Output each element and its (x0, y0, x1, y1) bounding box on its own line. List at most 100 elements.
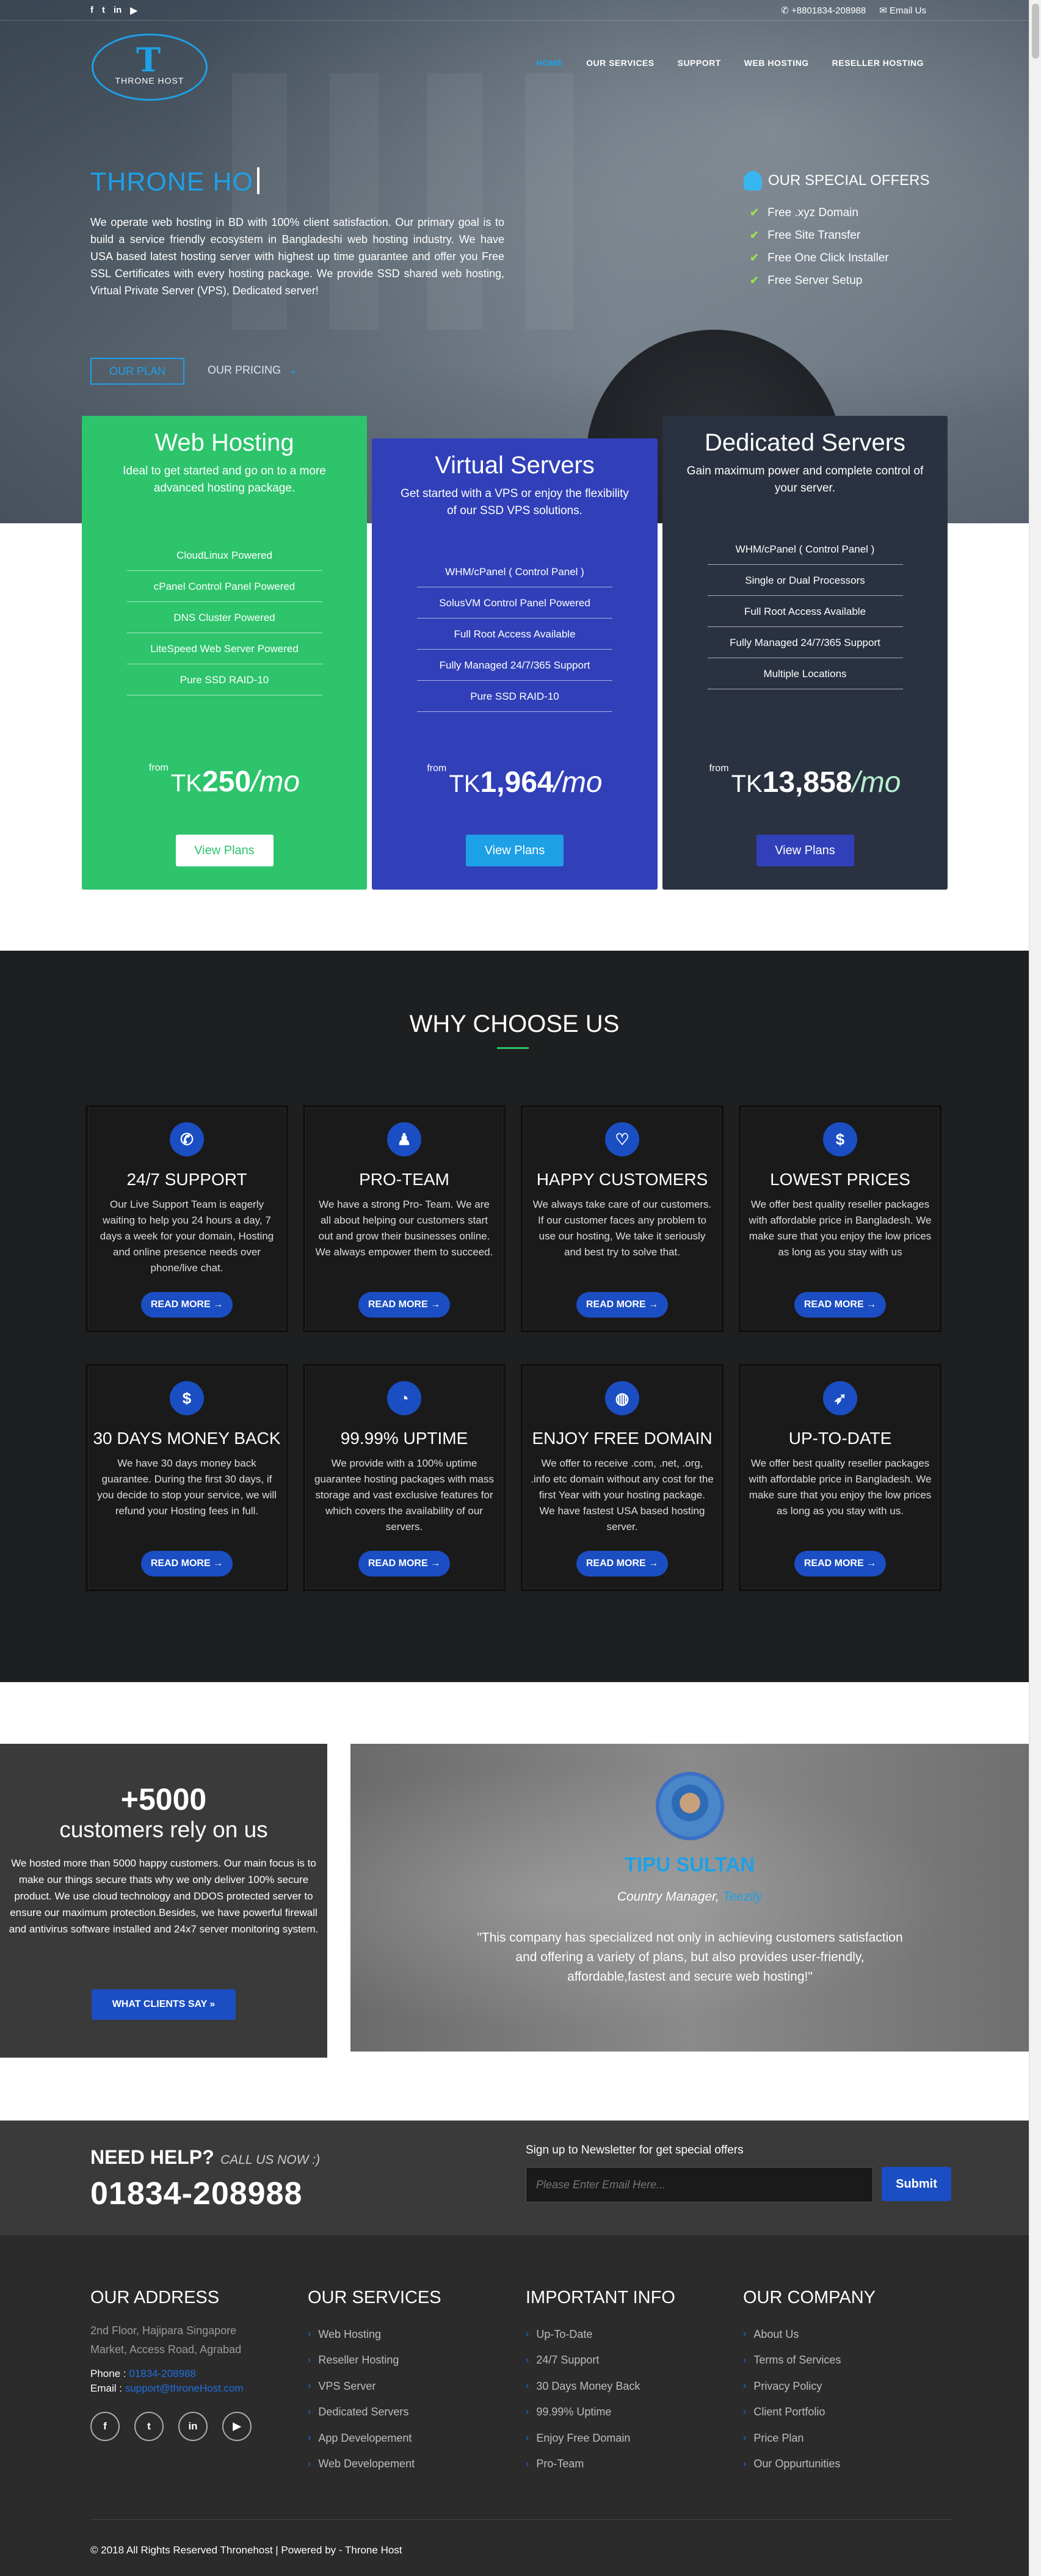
read-more-button[interactable]: READ MORE → (576, 1551, 668, 1576)
avatar (656, 1772, 724, 1840)
footer-link[interactable]: › Enjoy Free Domain (526, 2425, 675, 2451)
chevron-right-icon: › (743, 2433, 747, 2444)
footer-link[interactable]: › Reseller Hosting (308, 2348, 441, 2374)
read-more-button[interactable]: READ MORE → (794, 1551, 886, 1576)
nav-support[interactable]: SUPPORT (678, 58, 721, 68)
youtube-icon[interactable]: ▶ (222, 2412, 252, 2441)
view-plans-button[interactable]: View Plans (756, 835, 854, 866)
twitter-icon[interactable]: t (134, 2412, 164, 2441)
footer-link[interactable]: › Client Portfolio (743, 2400, 876, 2426)
twitter-icon[interactable]: t (102, 5, 105, 16)
footer-link[interactable]: › 24/7 Support (526, 2348, 675, 2374)
view-plans-button[interactable]: View Plans (175, 835, 274, 866)
read-more-button[interactable]: READ MORE → (576, 1292, 668, 1318)
footer-social: f t in ▶ (90, 2412, 267, 2441)
offer-item: ✔ Free Server Setup (750, 274, 863, 287)
scrollbar-thumb[interactable] (1032, 4, 1039, 59)
offer-item: ✔ Free .xyz Domain (750, 206, 858, 219)
footer-link[interactable]: › Price Plan (743, 2425, 876, 2451)
view-plans-button[interactable]: View Plans (466, 835, 564, 866)
feature-card: ◍ ENJOY FREE DOMAIN We offer to receive … (521, 1364, 724, 1591)
offer-item: ✔ Free One Click Installer (750, 251, 889, 264)
footer-link[interactable]: › App Developement (308, 2425, 441, 2451)
nav-our-services[interactable]: OUR SERVICES (586, 58, 655, 68)
footer-link[interactable]: › 99.99% Uptime (526, 2400, 675, 2426)
facebook-icon[interactable]: f (90, 5, 93, 16)
chevron-right-icon: › (526, 2406, 529, 2417)
site-logo[interactable]: T THRONE HOST (92, 34, 208, 101)
card-feature: Single or Dual Processors (707, 565, 903, 596)
footer-link[interactable]: › Pro-Team (526, 2451, 675, 2478)
hero-description: We operate web hosting in BD with 100% c… (90, 216, 504, 297)
read-more-button[interactable]: READ MORE → (358, 1292, 450, 1318)
logo-text: THRONE HOST (115, 76, 184, 85)
feature-card: $ LOWEST PRICES We offer best quality re… (739, 1105, 941, 1332)
footer-heading: OUR COMPANY (743, 2288, 876, 2307)
what-clients-say-button[interactable]: WHAT CLIENTS SAY » (92, 1989, 236, 2020)
feature-card: ♡ HAPPY CUSTOMERS We always take care of… (521, 1105, 724, 1332)
our-plan-button[interactable]: OUR PLAN (90, 358, 184, 385)
testimonial-role: Country Manager, Teezily (617, 1890, 763, 1904)
page-scrollbar[interactable] (1029, 0, 1041, 2576)
footer-link[interactable]: › Up-To-Date (526, 2321, 675, 2348)
youtube-icon[interactable]: ▶ (130, 5, 137, 16)
read-more-button[interactable]: READ MORE → (794, 1292, 886, 1318)
special-offers: OUR SPECIAL OFFERS ✔ Free .xyz Domain ✔ Fr… (744, 171, 930, 292)
newsletter-submit-button[interactable]: Submit (882, 2167, 951, 2201)
card-price: from TK 250/mo (148, 763, 300, 798)
footer-link[interactable]: › Privacy Policy (743, 2373, 876, 2400)
clients-summary: +5000 customers rely on us We hosted mor… (0, 1744, 327, 2058)
address-text: 2nd Floor, Hajipara Singapore Market, Ac… (90, 2324, 242, 2356)
read-more-button[interactable]: READ MORE → (141, 1551, 233, 1576)
footer-link[interactable]: › Dedicated Servers (308, 2400, 441, 2426)
footer-link[interactable]: › Web Developement (308, 2451, 441, 2478)
footer-link[interactable]: › About Us (743, 2321, 876, 2348)
our-pricing-button[interactable]: OUR PRICING ⌄ (208, 364, 298, 377)
footer-link[interactable]: › 30 Days Money Back (526, 2373, 675, 2400)
feature-text: We offer to receive .com, .net, .org, .i… (531, 1457, 714, 1533)
testimonial-company[interactable]: Teezily (723, 1890, 763, 1904)
phone-icon: ✆ (170, 1122, 204, 1156)
feature-title: ENJOY FREE DOMAIN (532, 1429, 713, 1448)
offer-item: ✔ Free Site Transfer (750, 228, 861, 242)
client-count: +5000 (120, 1782, 207, 1816)
feature-title: 30 DAYS MONEY BACK (93, 1429, 281, 1448)
top-email-link[interactable]: ✉ Email Us (879, 5, 926, 16)
chevron-right-icon: › (308, 2354, 311, 2365)
top-social-links: f t in ▶ (90, 5, 137, 16)
check-icon: ✔ (750, 229, 760, 241)
nav-home[interactable]: HOME (536, 58, 563, 68)
newsletter-email-input[interactable] (526, 2167, 873, 2202)
offers-title: OUR SPECIAL OFFERS (768, 172, 930, 189)
card-feature: WHM/cPanel ( Control Panel ) (707, 534, 903, 565)
footer-link[interactable]: › VPS Server (308, 2373, 441, 2400)
facebook-icon[interactable]: f (90, 2412, 120, 2441)
nav-reseller-hosting[interactable]: RESELLER HOSTING (832, 58, 924, 68)
linkedin-icon[interactable]: in (114, 5, 122, 16)
card-subtitle: Gain maximum power and complete control … (686, 465, 924, 495)
chevron-right-icon: › (743, 2329, 747, 2340)
card-title: Virtual Servers (435, 452, 595, 479)
card-feature: Multiple Locations (707, 658, 903, 689)
feature-card: ◔ 99.99% UPTIME We provide with a 100% u… (303, 1364, 506, 1591)
typing-caret (257, 167, 259, 194)
feature-text: We have a strong Pro- Team. We are all a… (315, 1199, 493, 1258)
client-text: We hosted more than 5000 happy customers… (9, 1857, 319, 1935)
footer-link[interactable]: › Our Oppurtunities (743, 2451, 876, 2478)
pricing-card-web-hosting: Web Hosting Ideal to get started and go … (82, 416, 367, 890)
read-more-button[interactable]: READ MORE → (141, 1292, 233, 1318)
help-phone[interactable]: 01834-208988 (90, 2175, 302, 2212)
check-icon: ✔ (750, 206, 760, 219)
card-feature: DNS Cluster Powered (126, 602, 322, 633)
chevron-right-icon: › (308, 2381, 311, 2392)
footer-link[interactable]: › Terms of Services (743, 2348, 876, 2374)
footer-heading: OUR ADDRESS (90, 2288, 220, 2307)
nav-web-hosting[interactable]: WEB HOSTING (744, 58, 809, 68)
footer-link[interactable]: › Web Hosting (308, 2321, 441, 2348)
top-phone[interactable]: ✆ +8801834-208988 (781, 5, 866, 16)
hero-title: THRONE HO (90, 167, 259, 197)
read-more-button[interactable]: READ MORE → (358, 1551, 450, 1576)
feature-card: ✆ 24/7 SUPPORT Our Live Support Team is … (85, 1105, 288, 1332)
feature-title: 24/7 SUPPORT (126, 1170, 247, 1189)
linkedin-icon[interactable]: in (178, 2412, 208, 2441)
